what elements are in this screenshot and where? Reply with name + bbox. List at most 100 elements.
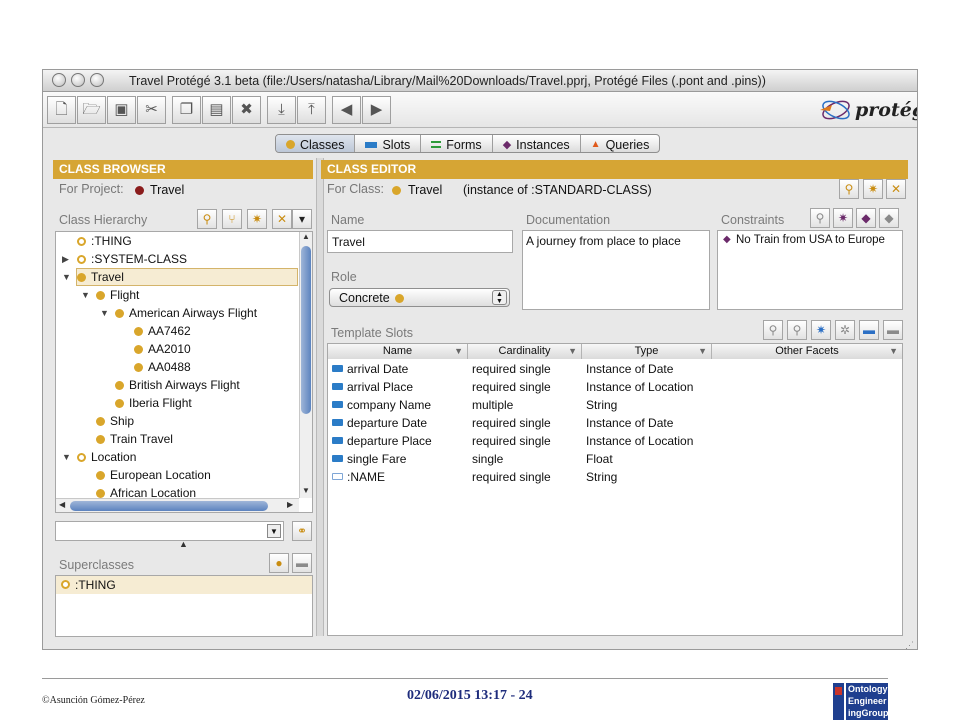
scroll-left-arrow-icon[interactable]: ◀ (59, 500, 65, 509)
tree-item[interactable]: ▼ Location (62, 448, 136, 466)
slot-facet-icon[interactable]: ✲ (835, 320, 855, 340)
minimize-window-button[interactable] (71, 73, 85, 87)
tree-vertical-scrollbar[interactable]: ▲ ▼ (299, 232, 312, 498)
slot-name-cell: arrival Place (347, 380, 414, 394)
import-icon[interactable]: ⤓ (267, 96, 296, 124)
tree-item[interactable]: AA7462 (119, 322, 191, 340)
slot-row[interactable]: arrival Place required single Instance of … (328, 378, 902, 396)
create-constraint-icon[interactable]: ✷ (833, 208, 853, 228)
delete-class-icon[interactable]: ✕ (272, 209, 292, 229)
delete-class-editor-icon[interactable]: ✕ (886, 179, 906, 199)
remove-slot-icon[interactable]: ▬ (883, 320, 903, 340)
tree-item[interactable]: Iberia Flight (100, 394, 192, 412)
tree-item[interactable]: Train Travel (81, 430, 173, 448)
create-subclass-icon[interactable]: ⑂ (222, 209, 242, 229)
main-toolbar: 🗋 🗁 ▣ ✂ ❐ ▤ ✖ ⤓ ⤒ ◀ ▶ protégé (43, 92, 917, 128)
role-select[interactable]: Concrete ▲ ▼ (329, 288, 510, 307)
add-superclass-icon[interactable]: ● (269, 553, 289, 573)
tab-instances[interactable]: ◆ Instances (493, 135, 581, 152)
tree-item[interactable]: ▼ Flight (81, 286, 139, 304)
tree-horizontal-scrollbar[interactable]: ◀ ▶ (56, 498, 299, 512)
select-arrows-icon[interactable]: ▲ ▼ (492, 290, 507, 305)
column-header-name[interactable]: Name ▼ (328, 344, 468, 359)
new-file-icon[interactable]: 🗋 (47, 96, 76, 124)
slot-row[interactable]: departure Place required single Instance o… (328, 432, 902, 450)
view-constraint-icon[interactable]: ⚲ (810, 208, 830, 228)
search-dropdown-icon[interactable]: ▼ (267, 524, 281, 538)
collapsed-triangle-icon[interactable]: ▶ (62, 250, 72, 268)
class-icon (96, 488, 105, 498)
tree-item[interactable]: ▶:SYSTEM-CLASS (62, 250, 187, 268)
documentation-field[interactable]: A journey from place to place (522, 230, 710, 310)
tree-item[interactable]: :THING (62, 232, 132, 250)
paste-icon[interactable]: ▤ (202, 96, 231, 124)
tree-item[interactable]: ▼ American Airways Flight (100, 304, 257, 322)
view-class-icon[interactable]: ⚲ (197, 209, 217, 229)
constraint-item[interactable]: No Train from USA to Europe (736, 234, 885, 246)
slot-row[interactable]: single Fare single Float (328, 450, 902, 468)
scroll-up-arrow-icon[interactable]: ▲ (300, 232, 312, 241)
documentation-label: Documentation (526, 213, 611, 227)
class-icon (115, 398, 124, 408)
add-slot-icon[interactable]: ▬ (859, 320, 879, 340)
tree-item[interactable]: African Location (81, 484, 196, 498)
close-window-button[interactable] (52, 73, 66, 87)
undo-icon[interactable]: ◀ (332, 96, 361, 124)
oeg-logo-accent (835, 687, 842, 695)
tab-classes[interactable]: Classes (276, 135, 356, 152)
tree-vertical-scroll-thumb[interactable] (301, 246, 311, 414)
tab-forms[interactable]: Forms (421, 135, 493, 152)
remove-superclass-icon[interactable]: ▬ (292, 553, 312, 573)
open-folder-icon[interactable]: 🗁 (77, 96, 106, 124)
tree-item[interactable]: British Airways Flight (100, 376, 240, 394)
class-search-input[interactable]: ▼ (55, 521, 284, 541)
splitter-arrow-icon[interactable]: ▲ (179, 539, 188, 549)
tab-slots[interactable]: Slots (355, 135, 422, 152)
column-label: Type (634, 345, 659, 357)
export-icon[interactable]: ⤒ (297, 96, 326, 124)
tree-item[interactable]: ▼ Travel (62, 268, 124, 286)
tree-horizontal-scroll-thumb[interactable] (70, 501, 268, 511)
tree-item[interactable]: AA0488 (119, 358, 191, 376)
scroll-right-arrow-icon[interactable]: ▶ (287, 500, 293, 509)
slot-row[interactable]: :NAME required single String (328, 468, 902, 486)
class-options-icon[interactable]: ✷ (247, 209, 267, 229)
title-bar: Travel Protégé 3.1 beta (file:/Users/nat… (43, 70, 917, 92)
tab-queries[interactable]: ▲ Queries (581, 135, 660, 152)
view-top-slot-icon[interactable]: ⚲ (787, 320, 807, 340)
slot-row[interactable]: arrival Date required single Instance of D… (328, 360, 902, 378)
hierarchy-menu-icon[interactable]: ▾ (292, 209, 312, 229)
superclass-row[interactable]: :THING (56, 576, 312, 594)
add-constraint-icon[interactable]: ◆ (856, 208, 876, 228)
oeg-logo: Ontology Engineer ingGroup (833, 683, 889, 720)
tree-item[interactable]: European Location (81, 466, 211, 484)
slot-row[interactable]: company Name multiple String (328, 396, 902, 414)
view-slot-icon[interactable]: ⚲ (763, 320, 783, 340)
tree-item[interactable]: Ship (81, 412, 134, 430)
view-references-icon[interactable]: ⚲ (839, 179, 859, 199)
slot-row[interactable]: departure Date required single Instance of… (328, 414, 902, 432)
expanded-triangle-icon[interactable]: ▼ (62, 448, 72, 466)
expanded-triangle-icon[interactable]: ▼ (62, 268, 72, 286)
find-class-icon[interactable]: ⚭ (292, 521, 312, 541)
tree-item[interactable]: AA2010 (119, 340, 191, 358)
panel-splitter[interactable] (316, 158, 324, 636)
column-header-other-facets[interactable]: Other Facets ▼ (712, 344, 902, 359)
column-header-type[interactable]: Type ▼ (582, 344, 712, 359)
redo-icon[interactable]: ▶ (362, 96, 391, 124)
expanded-triangle-icon[interactable]: ▼ (100, 304, 110, 322)
column-header-cardinality[interactable]: Cardinality ▼ (468, 344, 582, 359)
cut-icon[interactable]: ✂ (137, 96, 166, 124)
scroll-down-arrow-icon[interactable]: ▼ (300, 486, 312, 495)
expanded-triangle-icon[interactable]: ▼ (81, 286, 91, 304)
create-slot-icon[interactable]: ✷ (811, 320, 831, 340)
name-field[interactable]: Travel (327, 230, 513, 253)
name-label: Name (331, 213, 365, 227)
zoom-window-button[interactable] (90, 73, 104, 87)
save-icon[interactable]: ▣ (107, 96, 136, 124)
class-settings-icon[interactable]: ✷ (863, 179, 883, 199)
copy-icon[interactable]: ❐ (172, 96, 201, 124)
delete-icon[interactable]: ✖ (232, 96, 261, 124)
remove-constraint-icon[interactable]: ◆ (879, 208, 899, 228)
resize-grip-icon[interactable]: ⋰ (905, 640, 917, 649)
